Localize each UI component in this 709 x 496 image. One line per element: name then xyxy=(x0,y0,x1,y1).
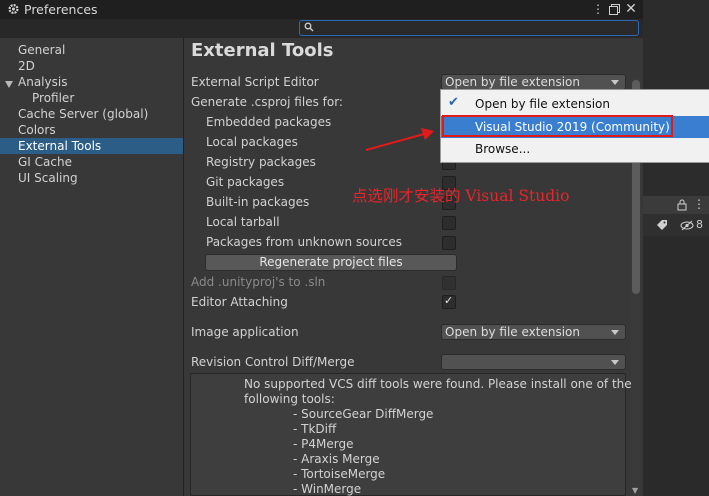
chevron-down-icon[interactable] xyxy=(5,81,13,88)
image-app-label: Image application xyxy=(191,325,299,339)
script-editor-label: External Script Editor xyxy=(191,75,319,89)
annotation-text: 点选刚才安装的 Visual Studio xyxy=(352,187,570,205)
scroll-down-icon[interactable]: ▼ xyxy=(632,486,638,495)
package-checkbox[interactable] xyxy=(442,236,456,250)
regenerate-button[interactable]: Regenerate project files xyxy=(205,254,457,271)
package-label: Local packages xyxy=(206,135,298,149)
checkmark-icon: ✓ xyxy=(444,294,454,307)
vcs-tool-item: - TkDiff xyxy=(293,422,337,436)
search-input[interactable] xyxy=(299,20,639,36)
page-title: External Tools xyxy=(191,40,334,61)
revision-dropdown[interactable] xyxy=(441,354,626,370)
package-label: Embedded packages xyxy=(206,115,332,129)
package-label: Git packages xyxy=(206,175,285,189)
popup-item-open-by-extension[interactable]: Open by file extension xyxy=(475,97,610,111)
script-editor-value: Open by file extension xyxy=(445,75,580,89)
revision-label: Revision Control Diff/Merge xyxy=(191,355,355,369)
close-icon[interactable]: ✕ xyxy=(624,1,638,17)
vcs-tool-item: - SourceGear DiffMerge xyxy=(293,407,434,421)
nav-item-external-tools[interactable]: External Tools xyxy=(0,138,183,154)
editor-attaching-label: Editor Attaching xyxy=(191,295,288,309)
restore-window-icon[interactable] xyxy=(607,1,621,17)
vcs-message: No supported VCS diff tools were found. … xyxy=(244,377,632,391)
script-editor-dropdown[interactable]: Open by file extension xyxy=(441,74,626,90)
package-label: Built-in packages xyxy=(206,195,310,209)
vcs-tool-item: - WinMerge xyxy=(293,482,362,496)
preferences-nav: General 2D Analysis Profiler Cache Serve… xyxy=(0,38,183,496)
nav-item-analysis[interactable]: Analysis xyxy=(18,75,67,89)
package-label: Local tarball xyxy=(206,215,280,229)
nav-item-2d[interactable]: 2D xyxy=(18,59,35,73)
background-panel-lower xyxy=(643,236,709,496)
nav-item-gi-cache[interactable]: GI Cache xyxy=(18,155,72,169)
image-app-value: Open by file extension xyxy=(445,325,580,339)
generate-label: Generate .csproj files for: xyxy=(191,95,343,109)
package-checkbox[interactable] xyxy=(442,216,456,230)
gear-icon xyxy=(8,3,19,15)
add-unityproj-label: Add .unityproj's to .sln xyxy=(191,275,326,289)
hidden-count: 8 xyxy=(696,218,703,231)
vcs-tool-item: - Araxis Merge xyxy=(293,452,380,466)
search-icon xyxy=(304,22,314,32)
image-app-dropdown[interactable]: Open by file extension xyxy=(441,324,626,340)
check-icon: ✔ xyxy=(448,95,459,110)
vcs-message: following tools: xyxy=(244,392,335,406)
vcs-tool-item: - TortoiseMerge xyxy=(293,467,386,481)
nav-item-cache-server[interactable]: Cache Server (global) xyxy=(18,107,148,121)
nav-item-colors[interactable]: Colors xyxy=(18,123,56,137)
nav-item-profiler[interactable]: Profiler xyxy=(32,91,74,105)
chevron-down-icon xyxy=(611,80,619,85)
add-unityproj-checkbox xyxy=(442,276,456,290)
kebab-menu-icon[interactable]: ⋮ xyxy=(693,197,705,211)
inspector-toolbar: ⋮ xyxy=(643,196,709,214)
kebab-menu-icon[interactable]: ⋮ xyxy=(591,1,605,17)
package-label: Registry packages xyxy=(206,155,316,169)
vcs-tool-item: - P4Merge xyxy=(293,437,354,451)
highlight-box xyxy=(442,115,673,137)
lock-icon[interactable] xyxy=(677,199,687,211)
window-title: Preferences xyxy=(24,2,98,17)
popup-item-browse[interactable]: Browse... xyxy=(475,142,530,156)
chevron-down-icon xyxy=(611,330,619,335)
package-label: Packages from unknown sources xyxy=(206,235,402,249)
divider xyxy=(183,38,184,496)
hidden-eye-icon[interactable] xyxy=(680,220,694,231)
chevron-down-icon xyxy=(611,360,619,365)
vcs-help-box: No supported VCS diff tools were found. … xyxy=(190,373,632,496)
nav-item-ui-scaling[interactable]: UI Scaling xyxy=(18,171,78,185)
editor-attaching-checkbox[interactable]: ✓ xyxy=(442,294,456,309)
tag-icon[interactable] xyxy=(656,219,668,231)
nav-item-general[interactable]: General xyxy=(18,43,65,57)
